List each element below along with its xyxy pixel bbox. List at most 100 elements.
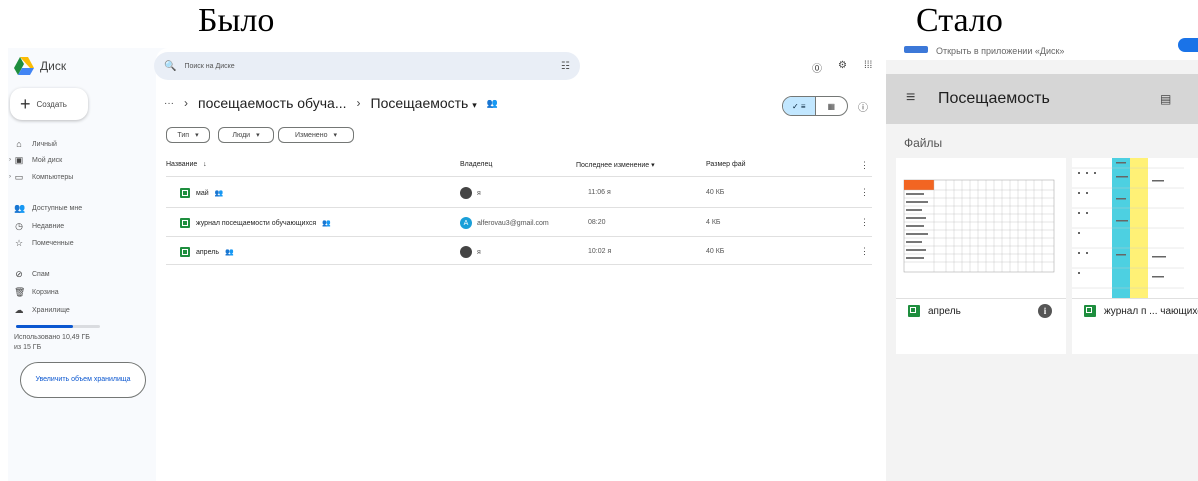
table-row[interactable]: май 👥 <box>180 188 223 198</box>
column-header-label: Название <box>166 161 198 168</box>
star-icon: ☆ <box>14 237 24 248</box>
sidebar-item-spam[interactable]: ⊘ Спам <box>14 268 50 280</box>
divider <box>166 236 872 237</box>
sheets-icon <box>908 305 920 317</box>
more-folders-icon[interactable]: ··· <box>164 98 174 109</box>
column-header-name[interactable]: Название ↓ <box>166 161 207 168</box>
apps-grid-icon[interactable]: ⁞⁞⁞ <box>864 60 872 71</box>
breadcrumb-current[interactable]: Посещаемость ▾ <box>371 95 477 111</box>
sidebar-item-label: Спам <box>32 270 50 278</box>
file-name: журнал п ... чающихся <box>1104 305 1198 317</box>
sidebar-item-label: Хранилище <box>32 306 70 314</box>
info-icon[interactable]: i <box>1038 304 1052 318</box>
filter-chip-modified[interactable]: Изменено ▾ <box>278 127 354 143</box>
drive-logo[interactable]: Диск <box>14 57 66 75</box>
sidebar-item-recent[interactable]: ◷ Недавние <box>14 220 64 232</box>
expand-caret-icon[interactable]: › <box>9 157 11 163</box>
breadcrumb-parent[interactable]: посещаемость обуча... <box>198 95 347 111</box>
list-view-icon[interactable]: ▤ <box>1160 92 1171 106</box>
table-row[interactable]: апрель 👥 <box>180 247 234 257</box>
owner-name: я <box>477 189 481 197</box>
sidebar-item-trash[interactable]: 🗑 Корзина <box>14 286 59 298</box>
open-in-app-bar[interactable]: Открыть в приложении «Диск» <box>886 38 1198 60</box>
spreadsheet-preview-icon <box>903 179 1055 273</box>
clock-icon: ◷ <box>15 220 23 231</box>
drive-app-icon <box>904 46 928 53</box>
shared-icon: 👥 <box>224 249 234 256</box>
file-name: май <box>196 189 209 197</box>
help-icon[interactable]: ⓪ <box>812 60 822 75</box>
chevron-down-icon: ▾ <box>472 100 477 110</box>
sheets-icon <box>180 247 190 257</box>
my-drive-icon: ▣ <box>14 154 24 165</box>
trash-icon: 🗑 <box>14 286 26 297</box>
search-bar[interactable]: 🔍 Поиск на Диске ☷ <box>154 52 580 80</box>
sidebar-item-shared[interactable]: 👥 Доступные мне <box>14 202 82 214</box>
storage-usage-bar <box>16 325 100 328</box>
filter-chip-label: Изменено <box>295 131 328 139</box>
before-drive-screen: Диск + Создать ⌂ Личный › ▣ Мой диск › ▭ Ко… <box>8 48 886 481</box>
file-card-caption: апрель <box>908 305 961 317</box>
filter-chip-label: Люди <box>232 131 251 139</box>
column-header-owner[interactable]: Владелец <box>460 161 492 168</box>
sidebar-item-computers[interactable]: › ▭ Компьютеры <box>9 171 74 183</box>
after-heading: Стало <box>916 2 1003 39</box>
upgrade-storage-button[interactable]: Увеличить объем хранилища <box>20 362 146 398</box>
folder-title: Посещаемость <box>938 90 1050 107</box>
sidebar-item-label: Компьютеры <box>32 173 74 181</box>
file-card-caption: журнал п ... чающихся <box>1084 305 1198 317</box>
sidebar-item-storage[interactable]: ☁ Хранилище <box>14 304 70 316</box>
chevron-down-icon: ▾ <box>333 132 337 139</box>
column-header-size[interactable]: Размер фай <box>706 161 746 168</box>
after-drive-screen: Открыть в приложении «Диск» ≡ Посещаемос… <box>886 38 1198 481</box>
modified-cell: 08:20 <box>588 219 606 226</box>
files-section-label: Файлы <box>904 136 943 150</box>
owner-cell: я <box>460 246 481 258</box>
view-toggle[interactable]: ✓ ≡ ▦ <box>782 96 848 116</box>
more-options-icon[interactable]: ⋮ <box>860 246 869 257</box>
hamburger-menu-icon[interactable]: ≡ <box>906 89 915 107</box>
list-view-icon[interactable]: ✓ ≡ <box>783 97 815 115</box>
sidebar-item-label: Доступные мне <box>32 204 83 212</box>
more-options-icon[interactable]: ⋮ <box>860 160 869 171</box>
sidebar-item-label: Недавние <box>32 222 65 230</box>
size-cell: 40 КБ <box>706 248 725 255</box>
column-header-modified[interactable]: Последнее изменение ▾ <box>576 161 655 169</box>
file-card[interactable]: апрель i <box>896 158 1066 354</box>
sidebar-item-personal[interactable]: ⌂ Личный <box>14 138 57 150</box>
breadcrumb: ··· › посещаемость обуча... › Посещаемос… <box>164 95 498 111</box>
sidebar-item-starred[interactable]: ☆ Помеченные <box>14 237 74 249</box>
home-icon: ⌂ <box>16 139 22 149</box>
grid-view-icon[interactable]: ▦ <box>814 97 848 115</box>
search-options-icon[interactable]: ☷ <box>561 61 570 72</box>
sheets-icon <box>180 218 190 228</box>
open-app-button[interactable] <box>1178 38 1198 52</box>
size-cell: 40 КБ <box>706 189 725 196</box>
shared-folder-icon: 👥 <box>486 97 498 108</box>
plus-icon: + <box>20 94 31 114</box>
sheets-icon <box>1084 305 1096 317</box>
sheets-icon <box>180 188 190 198</box>
more-options-icon[interactable]: ⋮ <box>860 217 869 228</box>
chevron-right-icon: › <box>356 96 361 110</box>
info-icon[interactable]: ⓘ <box>858 99 868 114</box>
sidebar-item-label: Личный <box>32 140 57 148</box>
create-button[interactable]: + Создать <box>10 88 88 120</box>
modified-cell: 11:06 я <box>588 189 611 196</box>
gear-icon[interactable]: ⚙ <box>838 60 847 71</box>
chevron-down-icon: ▾ <box>195 132 199 139</box>
file-card[interactable]: журнал п ... чающихся <box>1072 158 1198 354</box>
sidebar-item-my-drive[interactable]: › ▣ Мой диск <box>9 154 62 166</box>
sort-arrow-icon[interactable]: ↓ <box>203 161 207 168</box>
filter-chip-people[interactable]: Люди ▾ <box>218 127 274 143</box>
sidebar-item-label: Корзина <box>32 288 59 296</box>
more-options-icon[interactable]: ⋮ <box>860 187 869 198</box>
expand-caret-icon[interactable]: › <box>9 174 11 180</box>
avatar <box>460 246 472 258</box>
filter-chip-type[interactable]: Тип ▾ <box>166 127 210 143</box>
table-row[interactable]: журнал посещаемости обучающихся 👥 <box>180 218 331 228</box>
storage-usage-text: Использовано 10,49 ГБ из 15 ГБ <box>14 334 90 351</box>
file-name: апрель <box>928 305 961 317</box>
search-input[interactable]: Поиск на Диске <box>184 63 561 70</box>
spreadsheet-preview-icon <box>1072 158 1184 298</box>
